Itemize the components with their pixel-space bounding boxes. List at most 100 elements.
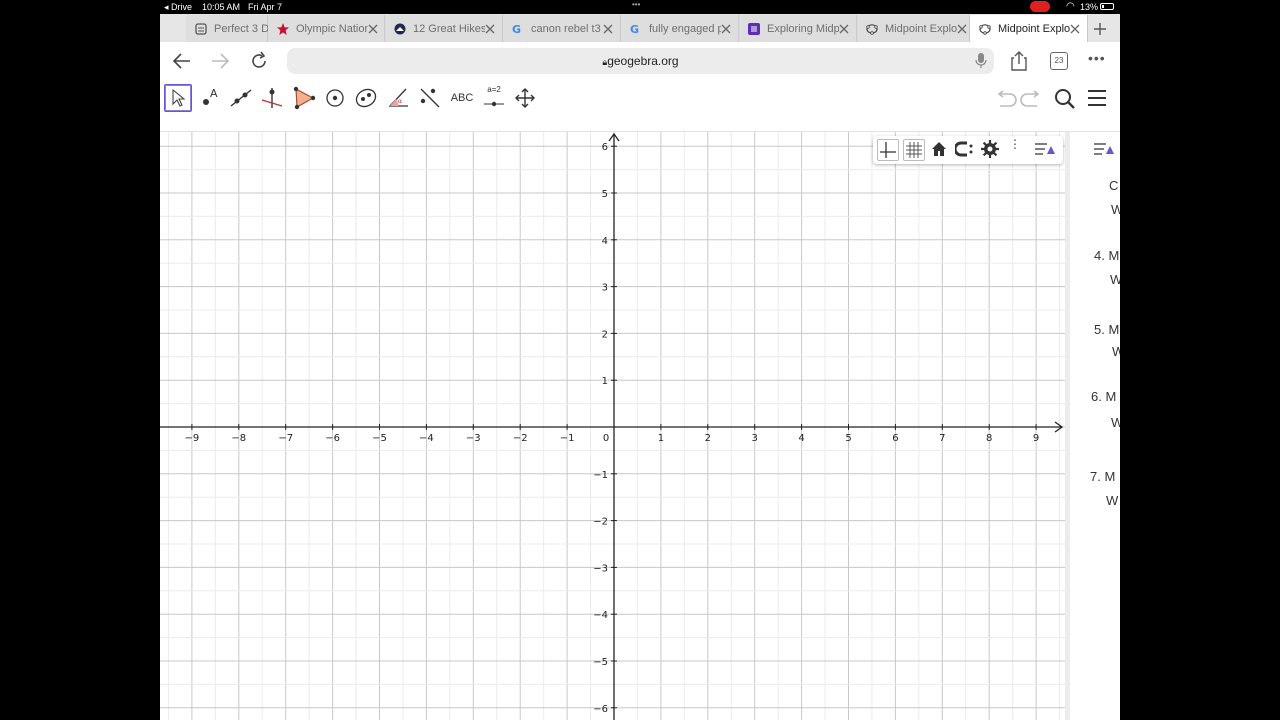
point-capturing-button[interactable] [953,140,975,163]
close-icon [957,24,967,33]
forward-button[interactable] [210,51,230,76]
circle-center-icon [326,89,344,107]
browser-tab[interactable]: Exploring Midp [739,15,857,42]
more-options-icon[interactable]: ••• [1088,50,1106,66]
y-tick-label: −4 [593,610,608,621]
x-tick-label: −9 [185,433,200,444]
panel-text: 6. M [1091,389,1117,404]
y-tick-label: 2 [602,329,608,340]
back-to-app[interactable]: ◂ Drive [164,2,192,13]
perpendicular-line-icon [261,88,283,108]
graphics-view[interactable]: −9 −8 −7 −6 −5 −4 −3 −2 −1 0 1 2 3 4 5 6 7 8 9 1 2 3 4 5 6 −1 −2 −… [160,132,1065,720]
screen-record-icon[interactable] [1030,1,1050,12]
close-icon [603,24,613,33]
style-bar-toggle-icon [1094,143,1114,155]
reflect-line-icon [420,88,440,108]
tab-label: 12 Great Hikes [413,22,485,35]
move-tool[interactable] [164,84,192,112]
google-icon: G [629,22,643,36]
microphone-icon[interactable] [975,53,987,74]
browser-tab[interactable]: 12 Great Hikes [385,15,503,42]
back-button[interactable] [172,51,192,76]
x-tick-label: 5 [845,433,851,444]
x-tick-label: −1 [560,433,575,444]
new-tab-button[interactable] [1088,18,1112,40]
share-button[interactable] [1010,51,1028,76]
panel-text: W [1110,272,1120,287]
angle-tool[interactable]: α [384,84,412,112]
browser-tab[interactable]: Gcanon rebel t3 [503,15,621,42]
redo-button[interactable] [1019,90,1043,113]
form-icon [747,22,761,36]
slider-tool[interactable]: a=2 [480,84,508,112]
magnet-icon [953,141,973,157]
google-icon: G [511,22,525,36]
panel-style-bar-toggle[interactable] [1092,140,1116,163]
y-tick-label: −5 [593,657,608,668]
x-tick-label: −8 [231,433,246,444]
search-button[interactable] [1054,88,1076,115]
close-tab-button[interactable] [368,23,378,35]
address-bar[interactable]: 🔒︎geogebra.org [287,48,994,74]
x-tick-label: 3 [752,433,758,444]
text-tool[interactable]: ABC [448,84,476,112]
x-tick-label: 2 [705,433,711,444]
x-tick-label: −2 [513,433,528,444]
reload-button[interactable] [249,51,269,76]
browser-tab[interactable]: Gfully engaged p [621,15,739,42]
style-bar-toggle-button[interactable] [1033,140,1057,163]
x-tick-label: 9 [1033,433,1039,444]
page-icon [194,22,208,36]
y-tick-label: 6 [602,142,608,153]
close-tab-button[interactable] [839,23,849,35]
toggle-grid-button[interactable] [903,139,925,161]
panel-text: 7. M [1090,469,1116,484]
star-icon [276,22,290,36]
graphics-settings-button[interactable] [981,140,999,163]
close-tab-button[interactable] [603,23,613,35]
slider-icon: a=2 [483,85,505,112]
multitask-dots-icon[interactable]: ••• [632,1,648,9]
more-vertical-icon[interactable]: ⋮ [1009,138,1021,150]
battery-icon [1100,3,1114,10]
browser-tab[interactable]: Midpoint Explo [970,15,1088,42]
wifi-icon: ◠ [1066,1,1075,12]
move-graphics-view-tool[interactable] [511,84,539,112]
main-menu-button[interactable] [1087,89,1107,112]
plus-icon [1094,23,1106,35]
coordinate-grid[interactable]: −9 −8 −7 −6 −5 −4 −3 −2 −1 0 1 2 3 4 5 6 7 8 9 1 2 3 4 5 6 −1 −2 −… [160,132,1065,720]
panel-text: W [1111,415,1120,430]
y-tick-label: 1 [602,376,608,387]
svg-text:A: A [210,87,218,100]
close-tab-button[interactable] [1070,23,1080,35]
grid-icon [906,142,922,158]
reflect-tool[interactable] [416,84,444,112]
perpendicular-line-tool[interactable] [258,84,286,112]
close-tab-button[interactable] [721,23,731,35]
browser-tab[interactable]: Perfect 3 D [186,15,296,42]
polygon-tool[interactable] [290,84,318,112]
search-icon [1055,89,1075,109]
circle-tool[interactable] [321,84,349,112]
geogebra-icon [978,22,992,36]
toggle-axes-button[interactable] [877,139,899,161]
point-icon: A [203,87,218,105]
close-tab-button[interactable] [957,23,967,35]
standard-view-button[interactable] [931,141,947,162]
x-tick-label: 8 [986,433,992,444]
circle-logo-icon [393,22,407,36]
svg-text:G: G [512,23,521,35]
browser-tab[interactable]: Olympic Nation [268,15,385,42]
close-icon [721,24,731,33]
point-tool[interactable]: A [196,84,224,112]
polygon-icon [293,86,316,110]
ellipse-tool[interactable] [352,84,380,112]
line-tool[interactable] [227,84,255,112]
browser-tab[interactable]: Midpoint Explo [857,15,970,42]
tab-count-button[interactable]: 23 [1050,52,1068,70]
undo-button[interactable] [994,90,1018,113]
close-icon [839,24,849,33]
x-tick-label: −3 [466,433,481,444]
slider-tool-label: a=2 [487,84,501,94]
close-tab-button[interactable] [485,23,495,35]
